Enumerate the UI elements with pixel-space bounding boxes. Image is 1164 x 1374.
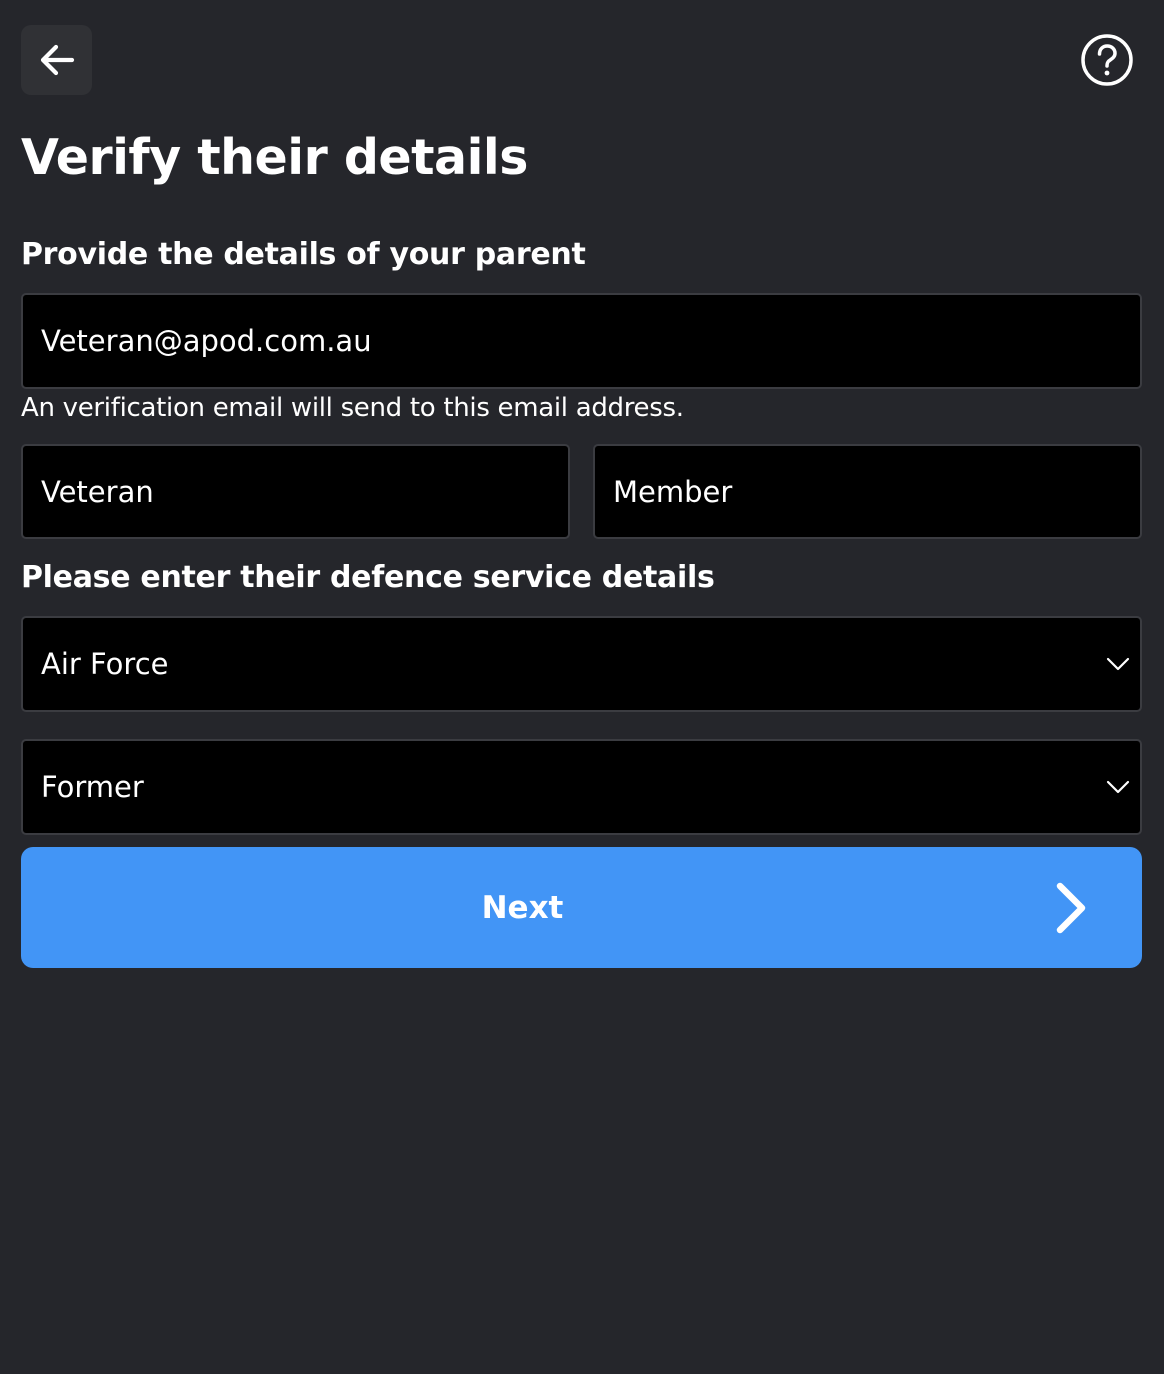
page-title: Verify their details bbox=[21, 129, 528, 186]
service-details-heading: Please enter their defence service detai… bbox=[21, 560, 715, 595]
parent-last-name-field[interactable]: Member bbox=[593, 444, 1142, 539]
help-button[interactable] bbox=[1080, 33, 1134, 87]
parent-email-value: Veteran@apod.com.au bbox=[41, 324, 372, 358]
service-status-select[interactable]: Former bbox=[21, 739, 1142, 835]
parent-details-heading: Provide the details of your parent bbox=[21, 237, 586, 272]
service-branch-value: Air Force bbox=[41, 647, 169, 681]
chevron-right-icon bbox=[1056, 882, 1086, 934]
parent-email-field[interactable]: Veteran@apod.com.au bbox=[21, 293, 1142, 389]
arrow-left-icon bbox=[40, 44, 74, 76]
parent-last-name-value: Member bbox=[613, 474, 733, 509]
service-status-value: Former bbox=[41, 770, 144, 804]
back-button[interactable] bbox=[21, 25, 92, 95]
question-circle-icon bbox=[1081, 34, 1133, 86]
email-hint-text: An verification email will send to this … bbox=[21, 393, 684, 423]
next-button-label: Next bbox=[481, 889, 564, 926]
next-button[interactable]: Next bbox=[21, 847, 1142, 968]
parent-first-name-field[interactable]: Veteran bbox=[21, 444, 570, 539]
chevron-down-icon bbox=[1104, 773, 1132, 801]
service-branch-select[interactable]: Air Force bbox=[21, 616, 1142, 712]
chevron-down-icon bbox=[1104, 650, 1132, 678]
parent-first-name-value: Veteran bbox=[41, 474, 154, 509]
